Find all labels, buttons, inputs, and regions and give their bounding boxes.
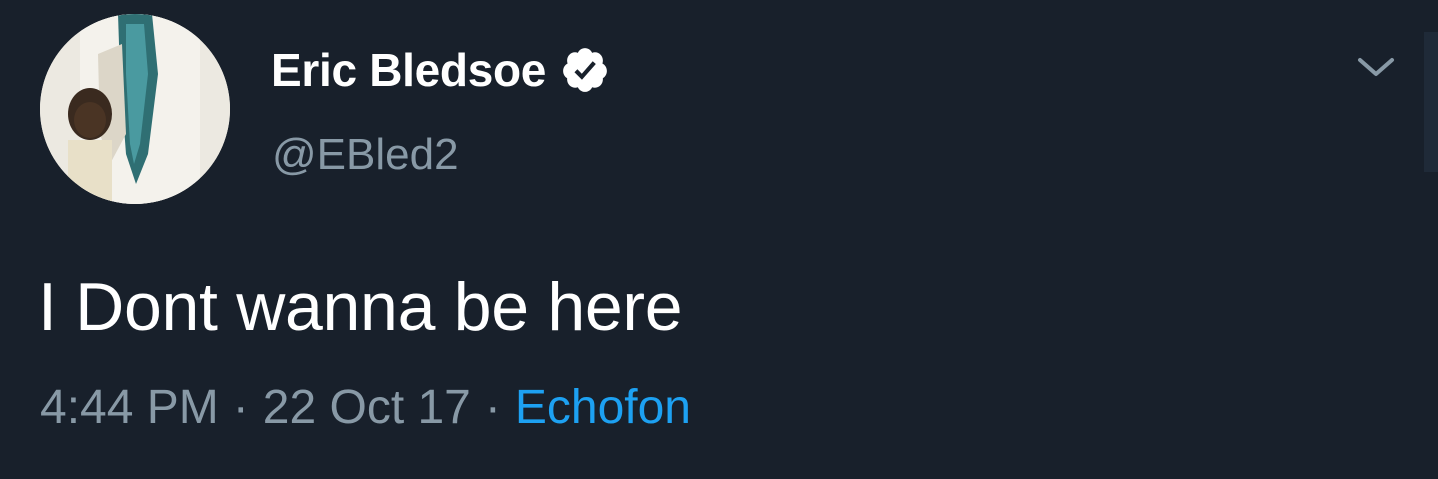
verified-badge-icon bbox=[560, 45, 610, 95]
meta-separator: · bbox=[484, 381, 501, 434]
scrollbar[interactable] bbox=[1424, 32, 1438, 172]
chevron-down-icon[interactable] bbox=[1356, 50, 1396, 84]
author-row: Eric Bledsoe bbox=[271, 40, 610, 100]
tweet-meta: 4:44 PM · 22 Oct 17 · Echofon bbox=[40, 380, 691, 435]
tweet-card: Eric Bledsoe @EBled2 I Dont wanna be her… bbox=[0, 0, 1438, 479]
tweet-text: I Dont wanna be here bbox=[38, 269, 683, 345]
author-handle[interactable]: @EBled2 bbox=[272, 130, 459, 180]
display-name[interactable]: Eric Bledsoe bbox=[271, 43, 546, 97]
avatar-photo bbox=[40, 14, 230, 204]
tweet-time[interactable]: 4:44 PM bbox=[40, 380, 219, 435]
avatar[interactable] bbox=[40, 14, 230, 204]
meta-separator: · bbox=[232, 381, 249, 434]
tweet-source-link[interactable]: Echofon bbox=[515, 380, 691, 435]
tweet-date[interactable]: 22 Oct 17 bbox=[263, 380, 471, 435]
